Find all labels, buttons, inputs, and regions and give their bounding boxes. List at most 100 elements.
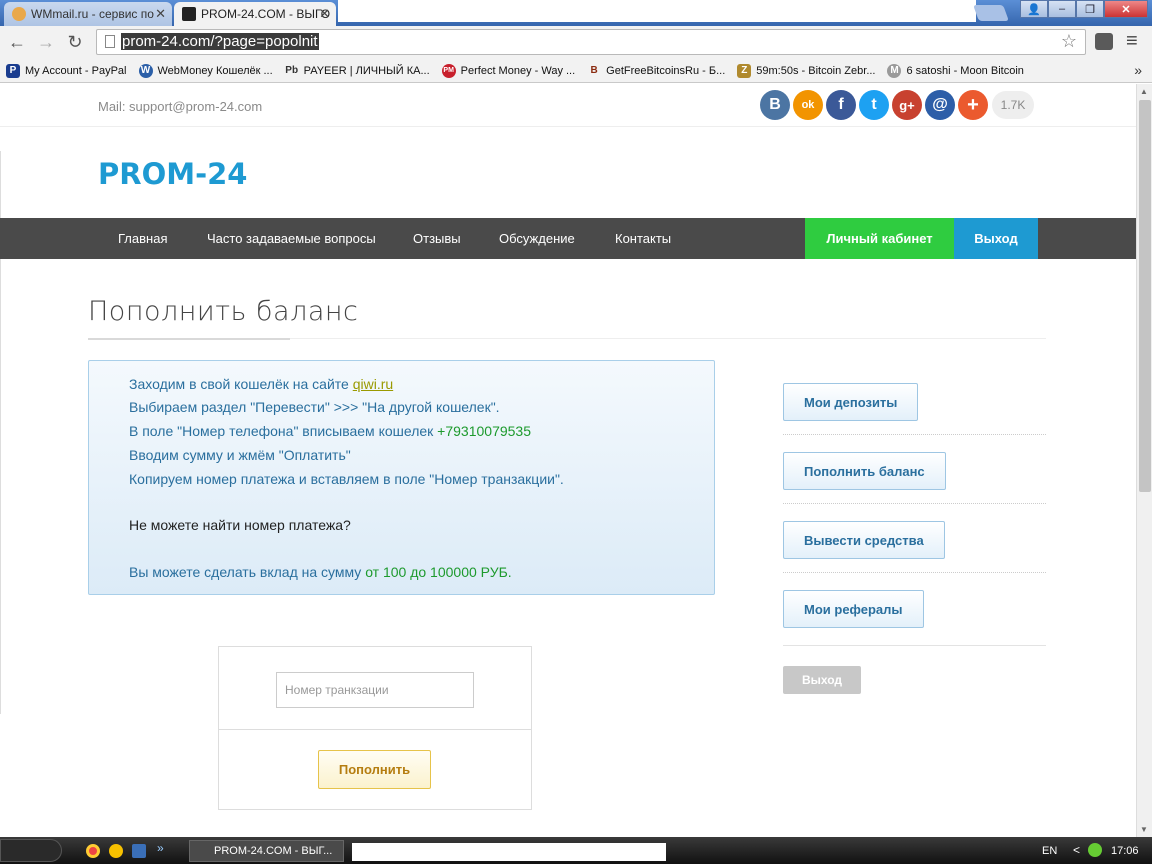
tab-prom24[interactable]: PROM-24.COM - ВЫГО ✕ [174, 2, 336, 26]
site-logo[interactable]: PROM-24 [98, 157, 248, 191]
maximize-button[interactable]: ❐ [1076, 0, 1104, 18]
taskbar-overflow-icon[interactable]: » [157, 841, 171, 855]
qiwi-link[interactable]: qiwi.ru [353, 376, 393, 392]
payment-instructions: Заходим в свой кошелёк на сайте qiwi.ru … [88, 360, 715, 595]
bookmark-label: My Account - PayPal [25, 64, 127, 77]
bookmark-item[interactable]: PM Perfect Money - Way ... [441, 63, 576, 78]
bookmark-label: PAYEER | ЛИЧНЫЙ КА... [303, 64, 430, 77]
wallet-number: +79310079535 [437, 423, 531, 439]
nav-exit-button[interactable]: Выход [954, 218, 1038, 259]
clock: 17:06 [1111, 845, 1139, 857]
bookmark-item[interactable]: Pb PAYEER | ЛИЧНЫЙ КА... [285, 64, 430, 78]
minimize-button[interactable]: – [1048, 0, 1076, 18]
taskbar-task-prom24[interactable]: PROM-24.COM - ВЫГ... [189, 840, 344, 862]
sidebar-item-withdraw[interactable]: Вывести средства [783, 521, 945, 559]
tab-close-icon[interactable]: ✕ [319, 6, 330, 22]
scroll-up-icon[interactable]: ▲ [1140, 87, 1148, 96]
scrollbar-thumb[interactable] [1139, 100, 1151, 492]
google-plus-icon[interactable]: g+ [892, 90, 922, 120]
page-icon [105, 35, 115, 48]
tray-app-icon[interactable] [1088, 843, 1102, 857]
personal-cabinet-button[interactable]: Личный кабинет [805, 218, 954, 259]
language-indicator[interactable]: EN [1042, 845, 1057, 857]
page-title: Пополнить баланс [88, 296, 359, 327]
profile-icon[interactable]: 👤 [1020, 0, 1048, 18]
twitter-icon[interactable]: t [859, 90, 889, 120]
bookmark-label: 59m:50s - Bitcoin Zebr... [756, 64, 876, 77]
mail-icon[interactable]: @ [925, 90, 955, 120]
transaction-number-input[interactable] [276, 672, 474, 708]
bookmark-item[interactable]: Z 59m:50s - Bitcoin Zebr... [737, 63, 876, 78]
title-underline [88, 338, 290, 340]
page-scrollbar[interactable]: ▲ ▼ [1136, 84, 1152, 837]
address-bar[interactable]: prom-24.com/?page=popolnit ☆ [96, 29, 1086, 55]
sidebar-divider [783, 645, 1046, 646]
sidebar-exit-button[interactable]: Выход [783, 666, 861, 694]
topup-submit-button[interactable]: Пополнить [318, 750, 431, 789]
menu-icon[interactable]: ≡ [1126, 30, 1138, 53]
perfect-money-icon: PM [441, 63, 456, 78]
start-button[interactable] [0, 839, 62, 862]
facebook-icon[interactable]: f [826, 90, 856, 120]
instruction-line: Копируем номер платежа и вставляем в пол… [129, 471, 564, 487]
sidebar-item-deposits[interactable]: Мои депозиты [783, 383, 919, 421]
sidebar-item-referrals[interactable]: Мои рефералы [783, 590, 924, 628]
app-launcher-icon[interactable] [109, 844, 123, 858]
bookmark-label: 6 satoshi - Moon Bitcoin [906, 64, 1024, 77]
deposit-range: от 100 до 100000 РУБ. [365, 564, 512, 580]
payment-number-question: Не можете найти номер платежа? [129, 517, 351, 533]
new-tab-button[interactable] [973, 5, 1009, 21]
bookmark-item[interactable]: W WebMoney Кошелёк ... [138, 63, 273, 78]
extension-icon[interactable] [1095, 33, 1113, 50]
nav-item-discussion[interactable]: Обсуждение [499, 231, 575, 246]
address-bar-url[interactable]: prom-24.com/?page=popolnit [121, 33, 319, 50]
nav-item-reviews[interactable]: Отзывы [413, 231, 461, 246]
prom24-favicon-icon [182, 7, 196, 21]
taskbar-blank [352, 843, 666, 861]
tab-strip-blank [338, 0, 976, 22]
vk-icon[interactable]: B [760, 90, 790, 120]
browser-tab-bar: WMmail.ru - сервис по ✕ PROM-24.COM - ВЫ… [0, 0, 1152, 26]
instruction-line: Выбираем раздел "Перевести" >>> "На друг… [129, 399, 500, 415]
nav-item-contacts[interactable]: Контакты [615, 231, 671, 246]
bookmark-item[interactable]: M 6 satoshi - Moon Bitcoin [887, 63, 1024, 78]
bookmarks-overflow-icon[interactable]: » [1134, 62, 1142, 78]
bookmark-item[interactable]: P My Account - PayPal [6, 63, 127, 78]
bookmarks-bar: P My Account - PayPal W WebMoney Кошелёк… [0, 59, 1152, 83]
instruction-text: Заходим в свой кошелёк на сайте [129, 376, 349, 392]
main-nav: Главная Часто задаваемые вопросы Отзывы … [0, 218, 1136, 259]
bookmark-label: Perfect Money - Way ... [460, 64, 576, 77]
moon-bitcoin-icon: M [887, 63, 902, 78]
tab-close-icon[interactable]: ✕ [155, 6, 166, 22]
bookmark-item[interactable]: B GetFreeBitcoinsRu - Б... [587, 64, 726, 78]
odnoklassniki-icon[interactable]: ok [793, 90, 823, 120]
forward-arrow-icon[interactable]: → [35, 32, 57, 53]
close-window-button[interactable]: ✕ [1104, 0, 1148, 18]
sidebar-divider [783, 572, 1046, 573]
paypal-icon: P [6, 63, 20, 78]
scroll-down-icon[interactable]: ▼ [1140, 825, 1148, 834]
chrome-icon[interactable] [86, 844, 100, 858]
tab-wmmail[interactable]: WMmail.ru - сервис по ✕ [4, 2, 172, 26]
nav-item-faq[interactable]: Часто задаваемые вопросы [207, 231, 376, 246]
os-taskbar: » PROM-24.COM - ВЫГ... EN < 17:06 [0, 837, 1152, 864]
wmmail-favicon-icon [12, 7, 26, 21]
top-info-bar: Mail: support@prom-24.com B ok f t g+ @ … [0, 84, 1136, 127]
back-arrow-icon[interactable]: ← [6, 32, 28, 53]
more-share-icon[interactable]: + [958, 90, 988, 120]
bookmark-label: GetFreeBitcoinsRu - Б... [606, 64, 726, 77]
instruction-text: Вы можете сделать вклад на сумму [129, 564, 362, 580]
tray-expand-icon[interactable]: < [1073, 843, 1080, 857]
sidebar-divider [783, 503, 1046, 504]
instruction-text: В поле "Номер телефона" вписываем кошеле… [129, 423, 434, 439]
social-share-bar: B ok f t g+ @ + 1.7K [760, 90, 1034, 120]
bookmark-star-icon[interactable]: ☆ [1061, 31, 1077, 52]
window-switch-icon[interactable] [132, 844, 146, 858]
payeer-icon: Pb [285, 65, 299, 76]
sidebar-item-topup[interactable]: Пополнить баланс [783, 452, 946, 490]
reload-icon[interactable]: ↻ [64, 32, 86, 53]
nav-item-home[interactable]: Главная [118, 231, 167, 246]
tab-title: WMmail.ru - сервис по [31, 7, 154, 21]
instruction-line: Вводим сумму и жмём "Оплатить" [129, 447, 351, 463]
sidebar-divider [783, 434, 1046, 435]
